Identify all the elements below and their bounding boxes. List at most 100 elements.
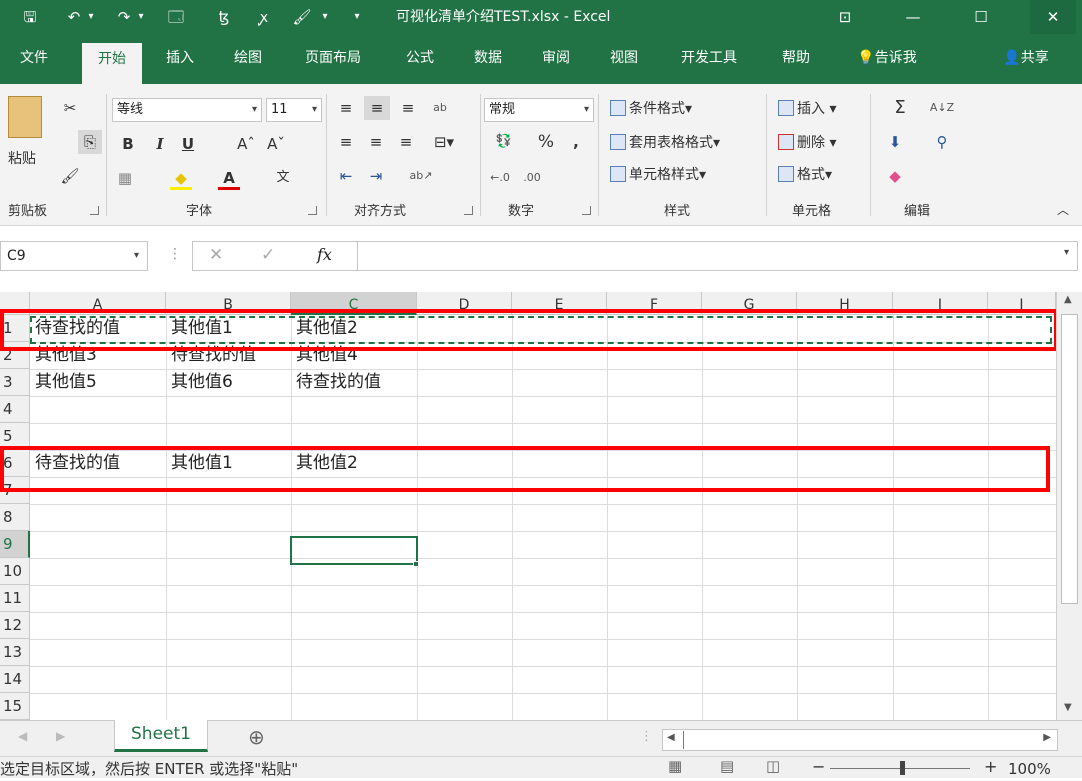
number-launcher-icon[interactable]	[582, 206, 591, 215]
tab-developer[interactable]: 开发工具	[666, 42, 752, 74]
wrap-text-icon[interactable]: ab	[428, 96, 452, 120]
tell-me-search[interactable]: 💡告诉我	[842, 42, 932, 74]
tab-insert[interactable]: 插入	[154, 42, 206, 74]
share-button[interactable]: 👤共享	[986, 42, 1066, 74]
decrease-decimal-icon[interactable]: .00	[520, 166, 544, 190]
cell-b3[interactable]: 其他值6	[166, 369, 291, 396]
align-right-icon[interactable]: ≡	[394, 130, 418, 154]
copy-icon[interactable]: ⎘	[78, 130, 102, 154]
expand-formula-bar-icon[interactable]: ▾	[1064, 247, 1069, 258]
tab-file[interactable]: 文件	[8, 42, 60, 74]
form-icon[interactable]: 🗔	[164, 5, 188, 29]
format-painter-icon[interactable]: 🖌	[58, 164, 82, 188]
fill-icon[interactable]: ⬇	[880, 130, 910, 154]
sort-icon[interactable]: ꜩ	[212, 5, 236, 29]
minimize-button[interactable]: —	[890, 0, 936, 34]
fill-handle[interactable]	[413, 561, 419, 567]
splitter-icon[interactable]: ⋮	[640, 729, 653, 744]
cancel-icon[interactable]: ✕	[209, 245, 223, 265]
scroll-thumb[interactable]	[1061, 314, 1078, 604]
undo-dropdown-icon[interactable]: ▾	[84, 5, 98, 29]
delete-cells-button[interactable]: 删除 ▾	[778, 132, 836, 152]
paste-icon[interactable]	[8, 96, 42, 138]
find-select-icon[interactable]: ⚲	[922, 130, 962, 154]
next-sheet-icon[interactable]: ▶	[56, 729, 65, 743]
align-middle-icon[interactable]: ≡	[364, 96, 390, 120]
name-box[interactable]: C9 ▾	[0, 241, 148, 271]
shrink-font-button[interactable]: Aˇ	[266, 132, 286, 156]
horizontal-scrollbar[interactable]: ◀ ▶	[662, 729, 1058, 751]
cell-a3[interactable]: 其他值5	[30, 369, 166, 396]
tab-page-layout[interactable]: 页面布局	[290, 42, 376, 74]
align-top-icon[interactable]: ≡	[334, 96, 358, 120]
merge-center-icon[interactable]: ⊟▾	[424, 130, 464, 154]
row-header[interactable]: 4	[0, 396, 30, 423]
sheet-tab-sheet1[interactable]: Sheet1	[114, 720, 208, 752]
scroll-up-icon[interactable]: ▲	[1064, 294, 1072, 305]
row-header[interactable]: 9	[0, 531, 30, 558]
italic-button[interactable]: I	[150, 132, 170, 156]
row-header[interactable]: 12	[0, 612, 30, 639]
active-cell-c9[interactable]	[290, 536, 418, 565]
insert-function-icon[interactable]: fx	[317, 245, 332, 264]
number-format-select[interactable]: 常规 ▾	[484, 98, 594, 122]
tab-formulas[interactable]: 公式	[394, 42, 446, 74]
clear-icon[interactable]: ◆	[880, 164, 910, 188]
insert-cells-button[interactable]: 插入 ▾	[778, 98, 836, 118]
increase-decimal-icon[interactable]: ←.0	[488, 166, 512, 190]
clipboard-launcher-icon[interactable]	[90, 206, 99, 215]
vertical-scrollbar[interactable]: ▲ ▼	[1056, 292, 1082, 720]
font-name-select[interactable]: 等线 ▾	[112, 98, 262, 122]
tab-help[interactable]: 帮助	[770, 42, 822, 74]
decrease-indent-icon[interactable]: ⇤	[334, 164, 358, 188]
page-break-view-icon[interactable]: ◫	[766, 757, 780, 775]
zoom-in-button[interactable]: +	[984, 757, 997, 776]
percent-button[interactable]: %	[534, 130, 558, 154]
align-center-icon[interactable]: ≡	[364, 130, 388, 154]
tab-home[interactable]: 开始	[82, 43, 142, 84]
border-icon[interactable]: ▦	[114, 166, 136, 190]
row-header[interactable]: 3	[0, 369, 30, 396]
format-brush-icon[interactable]: 🖌	[290, 5, 314, 29]
align-bottom-icon[interactable]: ≡	[396, 96, 420, 120]
tab-view[interactable]: 视图	[598, 42, 650, 74]
spelling-icon[interactable]: ꭙ	[252, 5, 276, 29]
prev-sheet-icon[interactable]: ◀	[18, 729, 27, 743]
undo-icon[interactable]: ↶	[64, 5, 84, 29]
increase-indent-icon[interactable]: ⇥	[364, 164, 388, 188]
page-layout-view-icon[interactable]: ▤	[720, 757, 734, 775]
cell-c3[interactable]: 待查找的值	[291, 369, 417, 396]
zoom-out-button[interactable]: −	[812, 757, 825, 776]
row-header[interactable]: 15	[0, 693, 30, 720]
row-header[interactable]: 14	[0, 666, 30, 693]
ribbon-display-options-icon[interactable]: ⊡	[822, 0, 868, 34]
close-button[interactable]: ✕	[1030, 0, 1076, 34]
save-icon[interactable]: 🖫	[18, 5, 42, 29]
comma-button[interactable]: ,	[566, 130, 586, 154]
alignment-launcher-icon[interactable]	[464, 206, 473, 215]
conditional-formatting-button[interactable]: 条件格式▾	[610, 98, 692, 118]
font-launcher-icon[interactable]	[308, 206, 317, 215]
grow-font-button[interactable]: Aˆ	[236, 132, 256, 156]
scroll-right-icon[interactable]: ▶	[1043, 732, 1051, 743]
collapse-ribbon-icon[interactable]: ︿	[1052, 198, 1074, 222]
orientation-icon[interactable]: ab↗	[404, 164, 438, 188]
redo-dropdown-icon[interactable]: ▾	[134, 5, 148, 29]
tab-data[interactable]: 数据	[462, 42, 514, 74]
currency-icon[interactable]: 💱	[486, 130, 522, 154]
tab-review[interactable]: 审阅	[530, 42, 582, 74]
paste-button[interactable]: 粘贴	[8, 148, 36, 168]
row-header[interactable]: 13	[0, 639, 30, 666]
sort-filter-icon[interactable]: A↓Z	[922, 96, 962, 120]
customize-toolbar-icon[interactable]: ▾	[350, 5, 364, 29]
new-sheet-icon[interactable]: ⊕	[248, 725, 265, 749]
brush-dropdown-icon[interactable]: ▾	[318, 5, 332, 29]
font-color-icon[interactable]: A	[218, 166, 240, 190]
align-left-icon[interactable]: ≡	[334, 130, 358, 154]
row-header[interactable]: 10	[0, 558, 30, 585]
zoom-level[interactable]: 100%	[1008, 757, 1051, 781]
font-size-select[interactable]: 11 ▾	[266, 98, 322, 122]
phonetic-guide-icon[interactable]: 文	[272, 166, 294, 190]
scroll-down-icon[interactable]: ▼	[1064, 702, 1072, 713]
fill-color-icon[interactable]: ◆	[170, 166, 192, 190]
